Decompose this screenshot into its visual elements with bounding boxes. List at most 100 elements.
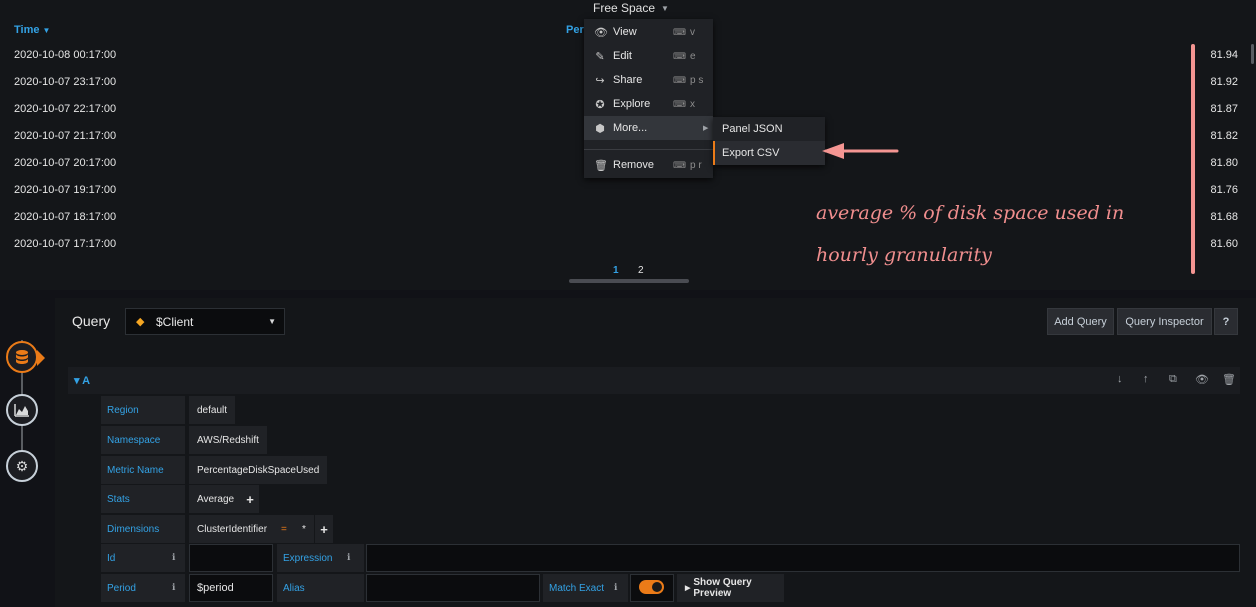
menu-shortcut: e: [690, 50, 696, 62]
column-header-time[interactable]: Time ▼: [14, 24, 50, 36]
table-row: 2020-10-07 17:17:00 81.60: [0, 232, 1256, 259]
keyboard-icon: ⌨: [673, 74, 686, 85]
value-cell: 81.92: [1210, 76, 1238, 88]
keyboard-icon: ⌨: [673, 50, 686, 61]
caret-right-icon: ▶: [685, 585, 691, 592]
dimension-value[interactable]: *: [294, 515, 314, 543]
annotation-arrow-icon: [822, 143, 899, 159]
datasource-icon: ◆: [136, 316, 145, 328]
menu-item-share[interactable]: ↪ Share ⌨ p s: [584, 68, 713, 92]
database-icon[interactable]: [6, 341, 38, 373]
expression-label: Expression: [277, 544, 364, 572]
annotation-text-line2: hourly granularity: [816, 244, 992, 266]
toggle-visibility-icon[interactable]: 👁: [1195, 373, 1209, 386]
time-cell: 2020-10-07 18:17:00: [14, 211, 117, 223]
menu-item-label: More...: [613, 122, 648, 134]
menu-item-label: Share: [613, 74, 643, 86]
stats-label: Stats: [101, 485, 185, 513]
add-dimension-plus-icon[interactable]: +: [315, 515, 333, 543]
eye-icon: 👁: [594, 26, 608, 39]
keyboard-icon: ⌨: [673, 98, 686, 109]
namespace-value[interactable]: AWS/Redshift: [189, 426, 267, 454]
period-input[interactable]: $period: [189, 574, 273, 602]
annotation-text-line1: average % of disk space used in: [816, 202, 1125, 224]
query-row-header: ▾ A ↓ ↑ ⧉ 👁 🗑: [68, 367, 1240, 394]
duplicate-icon[interactable]: ⧉: [1169, 373, 1177, 386]
caret-down-icon: ▼: [268, 317, 276, 326]
menu-item-view[interactable]: 👁 View ⌨ v: [584, 20, 713, 44]
dimensions-label: Dimensions: [101, 515, 185, 543]
horizontal-scrollbar[interactable]: [569, 279, 689, 283]
info-icon[interactable]: ℹ: [172, 552, 175, 563]
column-header-percent[interactable]: Per: [566, 24, 584, 36]
help-button[interactable]: ?: [1214, 308, 1238, 335]
move-up-icon[interactable]: ↑: [1143, 373, 1149, 385]
value-cell: 81.76: [1210, 184, 1238, 196]
menu-item-remove[interactable]: 🗑 Remove ⌨ p r: [584, 153, 713, 177]
menu-item-label: Remove: [613, 159, 654, 171]
add-query-button[interactable]: Add Query: [1047, 308, 1114, 335]
menu-item-label: Edit: [613, 50, 632, 62]
metric-name-value[interactable]: PercentageDiskSpaceUsed: [189, 456, 328, 484]
id-input[interactable]: [189, 544, 273, 572]
share-icon: ↪: [595, 74, 605, 87]
region-label: Region: [101, 396, 185, 424]
keyboard-icon: ⌨: [673, 26, 686, 37]
chevron-down-icon[interactable]: ▼: [661, 4, 669, 13]
settings-gear-icon[interactable]: ⚙: [6, 450, 38, 482]
dimension-key[interactable]: ClusterIdentifier: [189, 515, 276, 543]
delete-icon[interactable]: 🗑: [1222, 373, 1236, 386]
query-section-label: Query: [72, 313, 111, 329]
alias-input[interactable]: [366, 574, 540, 602]
show-query-preview-button[interactable]: ▶ Show Query Preview: [677, 574, 784, 602]
column-header-time-label[interactable]: Time: [14, 24, 39, 36]
dimension-operator[interactable]: =: [273, 515, 295, 543]
time-cell: 2020-10-07 19:17:00: [14, 184, 117, 196]
time-cell: 2020-10-07 17:17:00: [14, 238, 117, 250]
value-cell: 81.82: [1210, 130, 1238, 142]
table-scrollbar[interactable]: [1251, 44, 1254, 64]
panel-context-menu: 👁 View ⌨ v ✎ Edit ⌨ e ↪ Share ⌨ p s ✪ Ex…: [584, 19, 713, 178]
toggle-knob: [652, 582, 662, 592]
sort-desc-icon: ▼: [42, 26, 51, 35]
edit-icon: ✎: [595, 50, 605, 63]
chevron-right-icon: ▶: [703, 125, 709, 132]
menu-item-edit[interactable]: ✎ Edit ⌨ e: [584, 44, 713, 68]
expression-input[interactable]: [366, 544, 1240, 572]
query-ref-toggle[interactable]: ▾ A: [74, 374, 90, 387]
value-cell: 81.68: [1210, 211, 1238, 223]
info-icon[interactable]: ℹ: [614, 582, 617, 593]
value-cell: 81.80: [1210, 157, 1238, 169]
move-down-icon[interactable]: ↓: [1117, 373, 1123, 385]
menu-shortcut: p s: [690, 74, 704, 86]
keyboard-icon: ⌨: [673, 159, 686, 170]
time-cell: 2020-10-08 00:17:00: [14, 49, 117, 61]
menu-item-more[interactable]: ⬢ More... ▶: [584, 116, 713, 140]
add-stat-plus-icon[interactable]: +: [241, 485, 259, 513]
info-icon[interactable]: ℹ: [172, 582, 175, 593]
show-query-preview-label: Show Query Preview: [693, 577, 752, 599]
region-value[interactable]: default: [189, 396, 236, 424]
panel-title[interactable]: Free Space ▼: [593, 1, 669, 15]
active-step-pointer: [37, 350, 45, 366]
info-icon[interactable]: ℹ: [347, 552, 350, 563]
page-2-link[interactable]: 2: [638, 265, 644, 276]
panel-title-text[interactable]: Free Space: [593, 1, 655, 15]
menu-item-explore[interactable]: ✪ Explore ⌨ x: [584, 92, 713, 116]
time-cell: 2020-10-07 20:17:00: [14, 157, 117, 169]
submenu-item-export-csv[interactable]: Export CSV: [713, 141, 825, 165]
menu-shortcut: v: [690, 26, 695, 38]
stats-value[interactable]: Average: [189, 485, 243, 513]
submenu-item-panel-json[interactable]: Panel JSON: [713, 117, 825, 141]
time-cell: 2020-10-07 22:17:00: [14, 103, 117, 115]
datasource-picker[interactable]: ◆ $Client ▼: [125, 308, 285, 335]
query-ref-id[interactable]: A: [82, 375, 90, 387]
visualization-icon[interactable]: [6, 394, 38, 426]
query-inspector-button[interactable]: Query Inspector: [1117, 308, 1212, 335]
time-cell: 2020-10-07 21:17:00: [14, 130, 117, 142]
value-cell: 81.94: [1210, 49, 1238, 61]
match-exact-toggle[interactable]: [639, 580, 664, 594]
page-1-link[interactable]: 1: [613, 265, 619, 276]
cube-icon: ⬢: [595, 122, 605, 135]
trash-icon: 🗑: [594, 159, 608, 172]
